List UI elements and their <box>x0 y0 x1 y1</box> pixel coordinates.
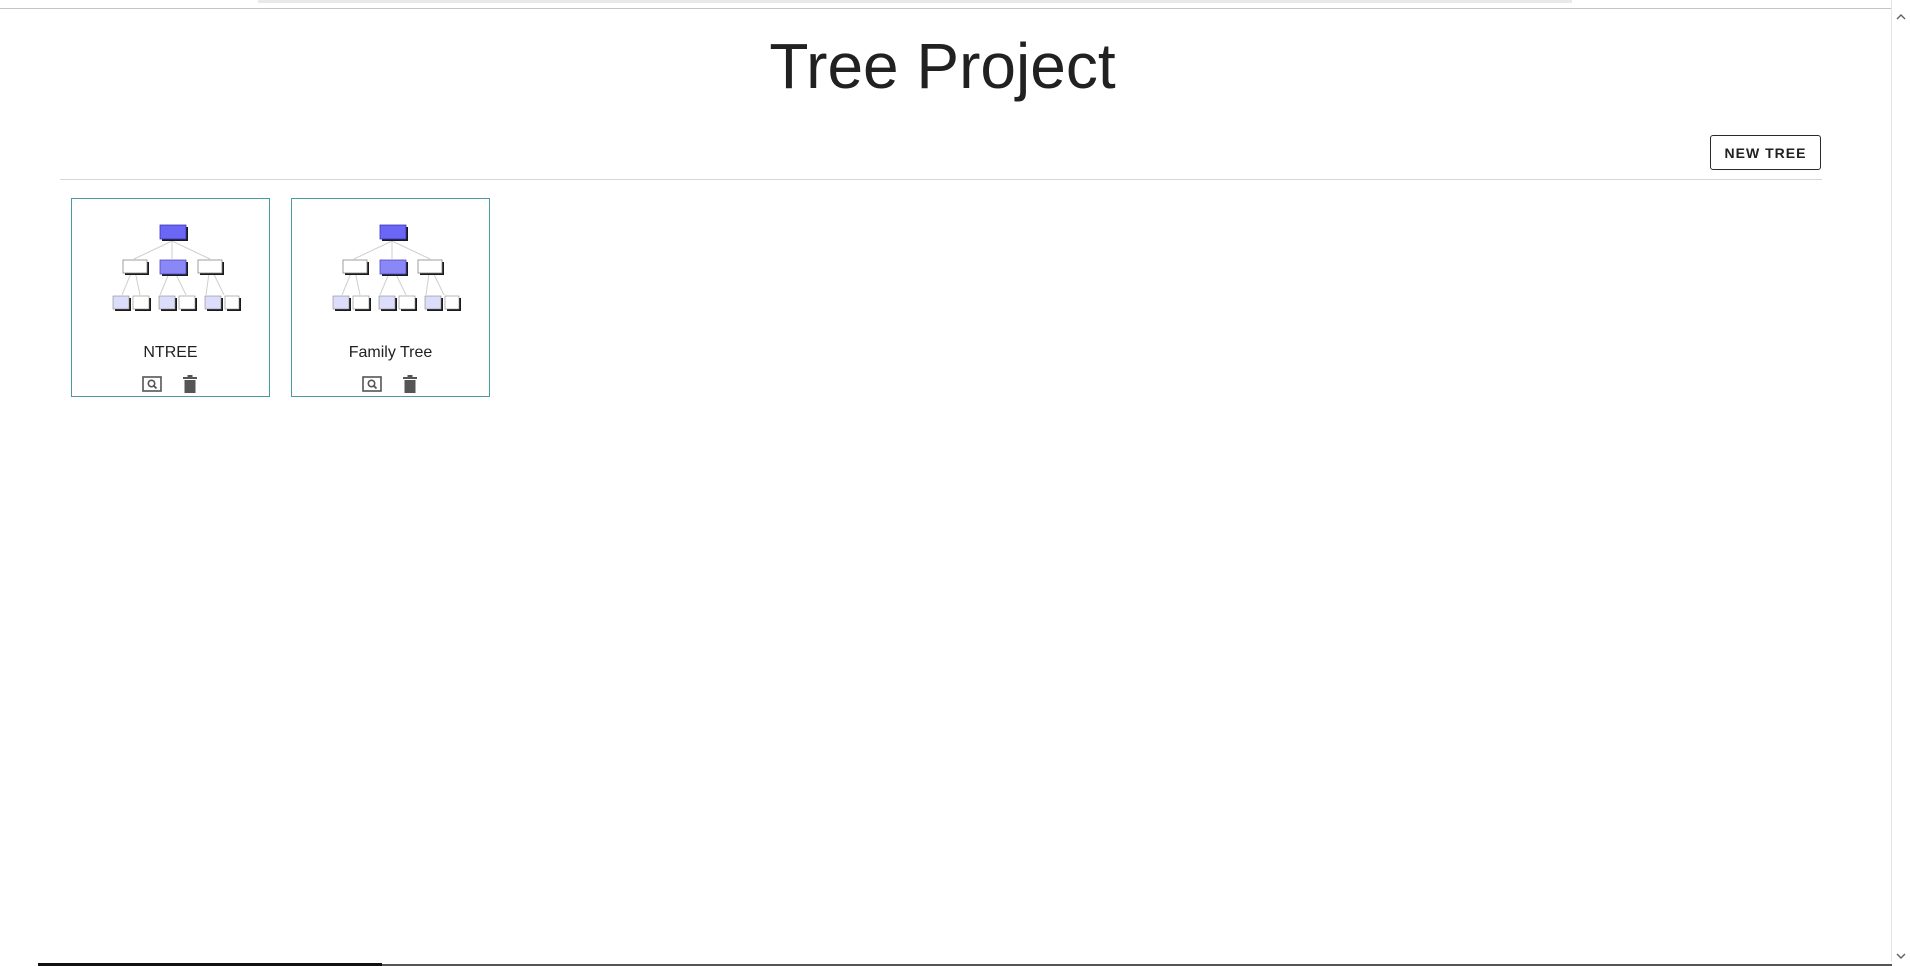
view-search-icon[interactable] <box>141 375 162 393</box>
page-title: Tree Project <box>769 30 1116 102</box>
tree-card[interactable]: NTREE <box>71 198 270 397</box>
tree-card[interactable]: Family Tree <box>291 198 490 397</box>
card-actions <box>292 375 489 393</box>
scroll-up-icon[interactable] <box>1892 8 1910 24</box>
header-divider <box>60 179 1822 180</box>
card-actions <box>72 375 269 393</box>
browser-top-strip <box>0 0 1892 9</box>
vertical-scrollbar[interactable] <box>1891 0 1910 966</box>
tree-name: NTREE <box>143 344 198 361</box>
browser-tab-shade <box>258 0 1572 3</box>
tree-thumbnail-icon <box>112 224 241 311</box>
trash-icon[interactable] <box>400 375 420 393</box>
bottom-edge-bar <box>0 962 1892 966</box>
scroll-down-icon[interactable] <box>1892 948 1910 964</box>
tree-thumbnail-icon <box>332 224 461 311</box>
tree-name: Family Tree <box>348 344 433 361</box>
trash-icon[interactable] <box>180 375 200 393</box>
new-tree-button[interactable]: NEW TREE <box>1710 135 1821 170</box>
view-search-icon[interactable] <box>361 375 382 393</box>
